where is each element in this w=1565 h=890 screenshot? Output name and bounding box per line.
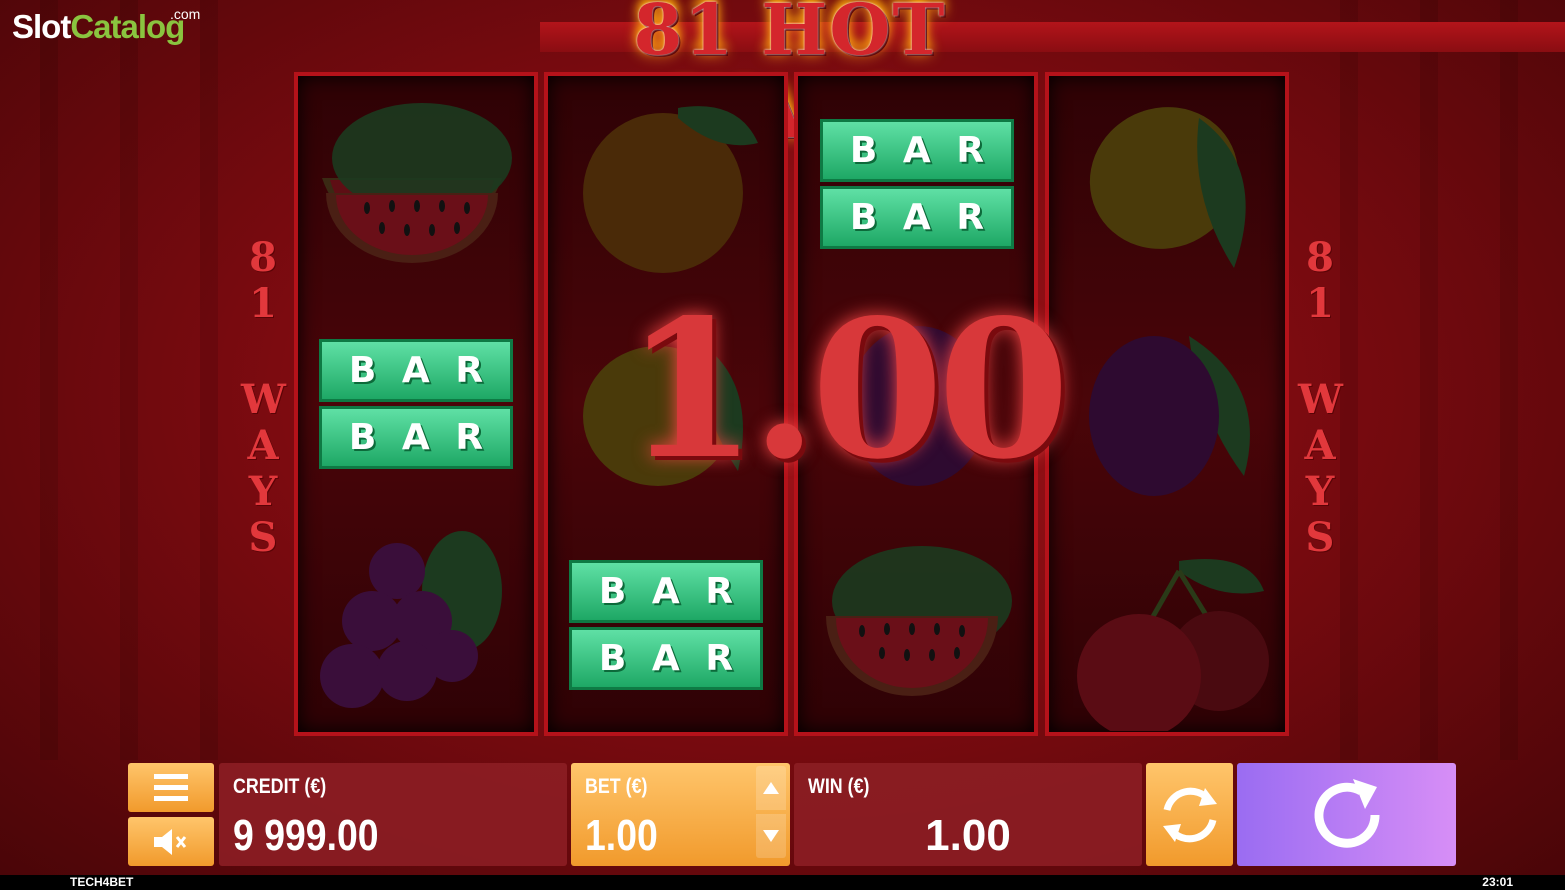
logo-suffix: .com	[170, 6, 201, 22]
menu-button[interactable]	[128, 763, 214, 812]
bet-increase-button[interactable]	[756, 766, 786, 810]
ways-letter: A	[1304, 422, 1336, 469]
lemon-icon	[1069, 98, 1269, 278]
ways-letter: W	[241, 376, 286, 423]
bar-icon: BAR BAR	[319, 339, 513, 473]
mute-speaker-icon	[154, 828, 187, 855]
ways-letter: A	[247, 422, 279, 469]
bet-label: BET (€)	[585, 775, 648, 798]
autoplay-icon	[1162, 787, 1217, 842]
ways-letter: W	[1298, 376, 1343, 423]
credit-display: CREDIT (€) 9 999.00	[219, 763, 567, 866]
bar-row: BAR	[820, 186, 1014, 249]
watermelon-icon	[312, 98, 512, 278]
ways-letter: Y	[1305, 468, 1335, 515]
grapes-icon	[312, 531, 512, 711]
ways-letter: Y	[248, 468, 278, 515]
bar-row: BAR	[569, 560, 763, 623]
watermelon-icon	[812, 541, 1012, 721]
right-ways-label: 8 1 W A Y S	[1298, 234, 1343, 561]
bar-row: BAR	[319, 339, 513, 402]
slotcatalog-logo: SlotCatalog .com	[12, 6, 200, 46]
bar-icon: BAR BAR	[569, 560, 763, 694]
spin-icon	[1314, 778, 1380, 848]
ways-digit: 1	[1306, 280, 1334, 327]
ways-digit: 8	[249, 234, 277, 281]
reel-4	[1045, 72, 1289, 738]
logo-main: Slot	[12, 8, 71, 45]
sound-toggle-button[interactable]	[128, 817, 214, 866]
autoplay-button[interactable]	[1146, 763, 1233, 866]
ways-letter: S	[1305, 514, 1335, 561]
win-display: WIN (€) 1.00	[794, 763, 1142, 866]
triangle-down-icon	[763, 830, 779, 842]
spin-button[interactable]	[1237, 763, 1456, 866]
orange-icon	[568, 98, 768, 278]
status-footer: TECH4BET 23:01	[0, 875, 1565, 890]
bar-row: BAR	[820, 119, 1014, 182]
bar-icon: BAR BAR	[820, 119, 1014, 253]
win-amount-overlay: 1.00	[625, 278, 1070, 501]
bet-decrease-button[interactable]	[756, 814, 786, 858]
triangle-up-icon	[763, 782, 779, 794]
cherries-icon	[1069, 551, 1269, 738]
game-title: 81 HOT WAYS	[633, 0, 947, 154]
plum-icon	[1069, 326, 1269, 506]
bar-row: BAR	[569, 627, 763, 690]
ways-digit: 1	[249, 280, 277, 327]
clock: 23:01	[1482, 875, 1513, 889]
provider-name: TECH4BET	[70, 875, 134, 889]
hamburger-menu-icon	[154, 773, 188, 801]
reel-1: BAR BAR	[294, 72, 538, 736]
left-ways-label: 8 1 W A Y S	[241, 234, 286, 561]
ways-digit: 8	[1306, 234, 1334, 281]
win-value: 1.00	[925, 811, 1011, 860]
win-label: WIN (€)	[808, 775, 870, 798]
ways-letter: S	[248, 514, 278, 561]
bar-row: BAR	[319, 406, 513, 469]
logo-accent: Catalog	[70, 8, 185, 45]
credit-value: 9 999.00	[233, 811, 379, 860]
bet-value: 1.00	[585, 811, 658, 860]
credit-label: CREDIT (€)	[233, 775, 327, 798]
